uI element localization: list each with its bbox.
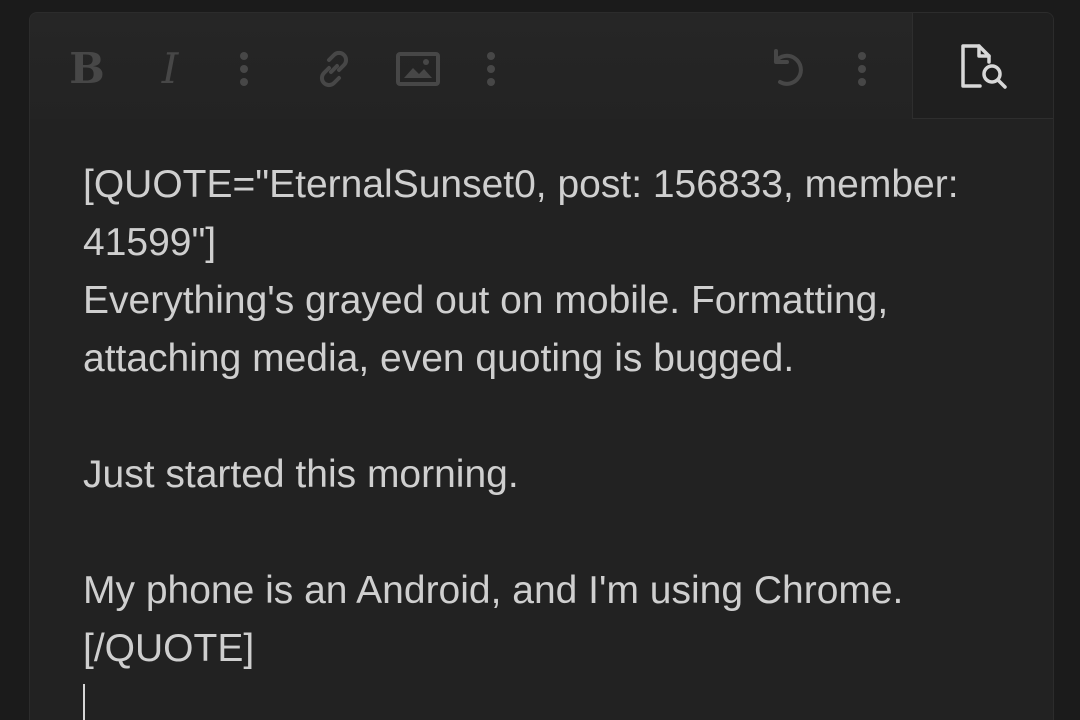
link-icon bbox=[319, 50, 349, 88]
text-line: [/QUOTE] bbox=[83, 627, 255, 670]
document-search-icon bbox=[961, 43, 1007, 89]
italic-icon: I bbox=[161, 44, 179, 93]
editor-toolbar: B I bbox=[30, 13, 1053, 119]
insert-image-button[interactable] bbox=[392, 39, 444, 99]
page: B I [QUOTE="EternalSunset0, post: 156833… bbox=[0, 0, 1080, 720]
more-insert-options-button[interactable] bbox=[465, 39, 517, 99]
text-line: [QUOTE="EternalSunset0, post: 156833, me… bbox=[83, 163, 959, 206]
text-line: attaching media, even quoting is bugged. bbox=[83, 337, 795, 380]
text-line bbox=[83, 504, 1023, 562]
more-options-button[interactable] bbox=[836, 39, 888, 99]
more-vertical-icon bbox=[487, 52, 495, 86]
editor-text-area[interactable]: [QUOTE="EternalSunset0, post: 156833, me… bbox=[83, 156, 1023, 720]
bold-button[interactable]: B bbox=[61, 39, 113, 99]
text-cursor bbox=[83, 684, 85, 720]
bold-icon: B bbox=[69, 44, 105, 93]
text-line bbox=[83, 388, 1023, 446]
more-text-options-button[interactable] bbox=[218, 39, 270, 99]
image-icon bbox=[396, 52, 440, 86]
undo-icon bbox=[774, 49, 803, 86]
rich-text-editor: B I [QUOTE="EternalSunset0, post: 156833… bbox=[29, 12, 1054, 720]
text-line: 41599"] bbox=[83, 221, 217, 264]
italic-button[interactable]: I bbox=[144, 39, 196, 99]
more-vertical-icon bbox=[240, 52, 248, 86]
undo-button[interactable] bbox=[761, 39, 813, 99]
insert-link-button[interactable] bbox=[308, 39, 360, 99]
text-line: Everything's grayed out on mobile. Forma… bbox=[83, 279, 889, 322]
more-vertical-icon bbox=[858, 52, 866, 86]
preview-toggle-button[interactable] bbox=[912, 13, 1053, 119]
text-line: Just started this morning. bbox=[83, 453, 519, 496]
text-line: My phone is an Android, and I'm using Ch… bbox=[83, 569, 904, 612]
